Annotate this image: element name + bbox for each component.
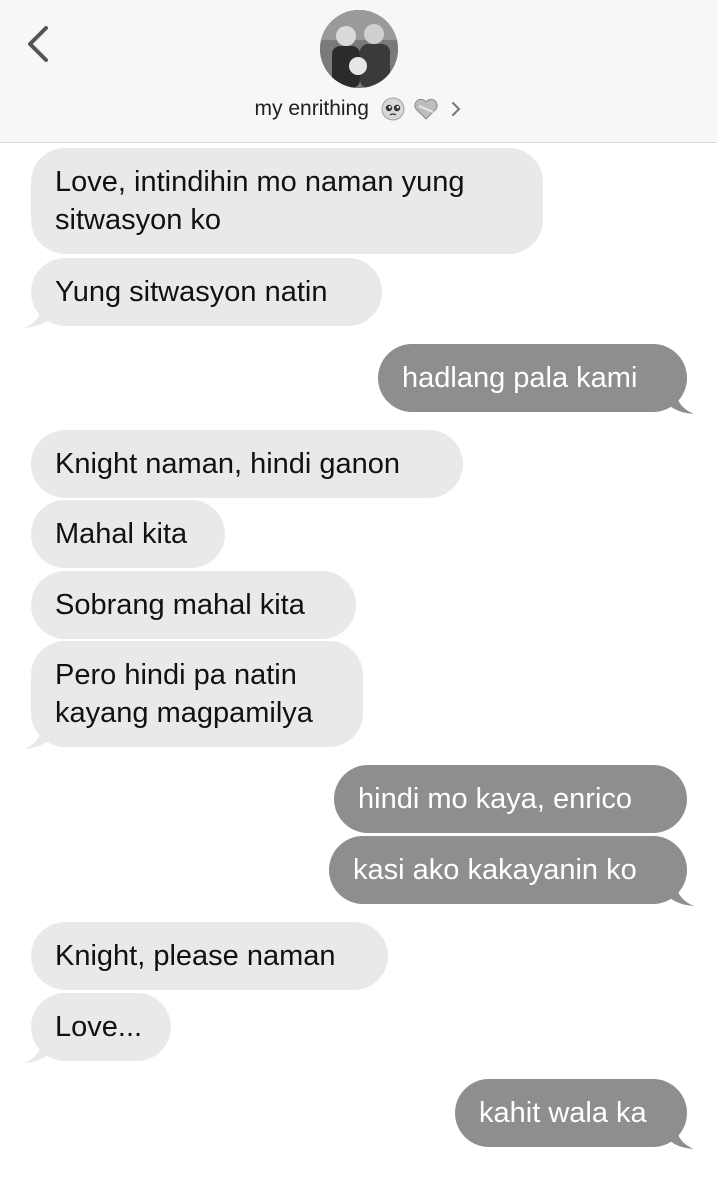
contact-avatar[interactable]: [320, 10, 398, 88]
message-bubble-incoming[interactable]: Love, intindihin mo naman yung sitwasyon…: [31, 148, 543, 254]
bubble-tail: [668, 1124, 694, 1149]
bubble-tail: [668, 881, 694, 906]
message-bubble-incoming[interactable]: Mahal kita: [31, 500, 225, 568]
conversation-header: my enrithing: [0, 0, 717, 143]
bubble-tail: [24, 1038, 50, 1063]
heart-icon: [414, 99, 438, 121]
message-text-line: Mahal kita: [55, 518, 188, 550]
message-text-line: Love...: [55, 1011, 143, 1043]
message-text-line: Yung sitwasyon natin: [55, 276, 328, 308]
message-text-line: Pero hindi pa natin: [55, 659, 297, 691]
bubble-tail: [668, 389, 694, 414]
message-text-line: sitwasyon ko: [55, 204, 222, 236]
message-text-line: Knight naman, hindi ganon: [55, 448, 401, 480]
bubble-tail: [24, 303, 50, 328]
message-bubble-incoming[interactable]: Yung sitwasyon natin: [31, 258, 382, 326]
message-bubble-incoming[interactable]: Knight, please naman: [31, 922, 388, 990]
message-bubble-outgoing[interactable]: kasi ako kakayanin ko: [329, 836, 687, 904]
message-bubble-outgoing[interactable]: hadlang pala kami: [378, 344, 687, 412]
message-bubble-outgoing[interactable]: hindi mo kaya, enrico: [334, 765, 687, 833]
message-bubble-incoming[interactable]: Pero hindi pa natin kayang magpamilya: [31, 641, 363, 747]
message-text-line: kahit wala ka: [479, 1097, 647, 1129]
message-bubble-incoming[interactable]: Knight naman, hindi ganon: [31, 430, 463, 498]
chevron-right-icon[interactable]: [450, 100, 462, 118]
back-chevron-icon[interactable]: [22, 24, 56, 64]
message-text-line: kasi ako kakayanin ko: [353, 854, 637, 886]
contact-name: my enrithing: [254, 97, 369, 120]
message-text-line: Knight, please naman: [55, 940, 336, 972]
message-bubble-incoming[interactable]: Love...: [31, 993, 171, 1061]
pleading-face-icon: [381, 97, 405, 121]
message-text-line: hindi mo kaya, enrico: [358, 783, 633, 815]
message-text-line: kayang magpamilya: [55, 697, 313, 729]
message-text-line: Sobrang mahal kita: [55, 589, 305, 621]
bubble-tail: [24, 724, 50, 749]
contact-name-row[interactable]: my enrithing: [0, 94, 717, 124]
message-text-line: Love, intindihin mo naman yung: [55, 166, 465, 198]
message-bubble-outgoing[interactable]: kahit wala ka: [455, 1079, 687, 1147]
message-text-line: hadlang pala kami: [402, 362, 638, 394]
message-bubble-incoming[interactable]: Sobrang mahal kita: [31, 571, 356, 639]
